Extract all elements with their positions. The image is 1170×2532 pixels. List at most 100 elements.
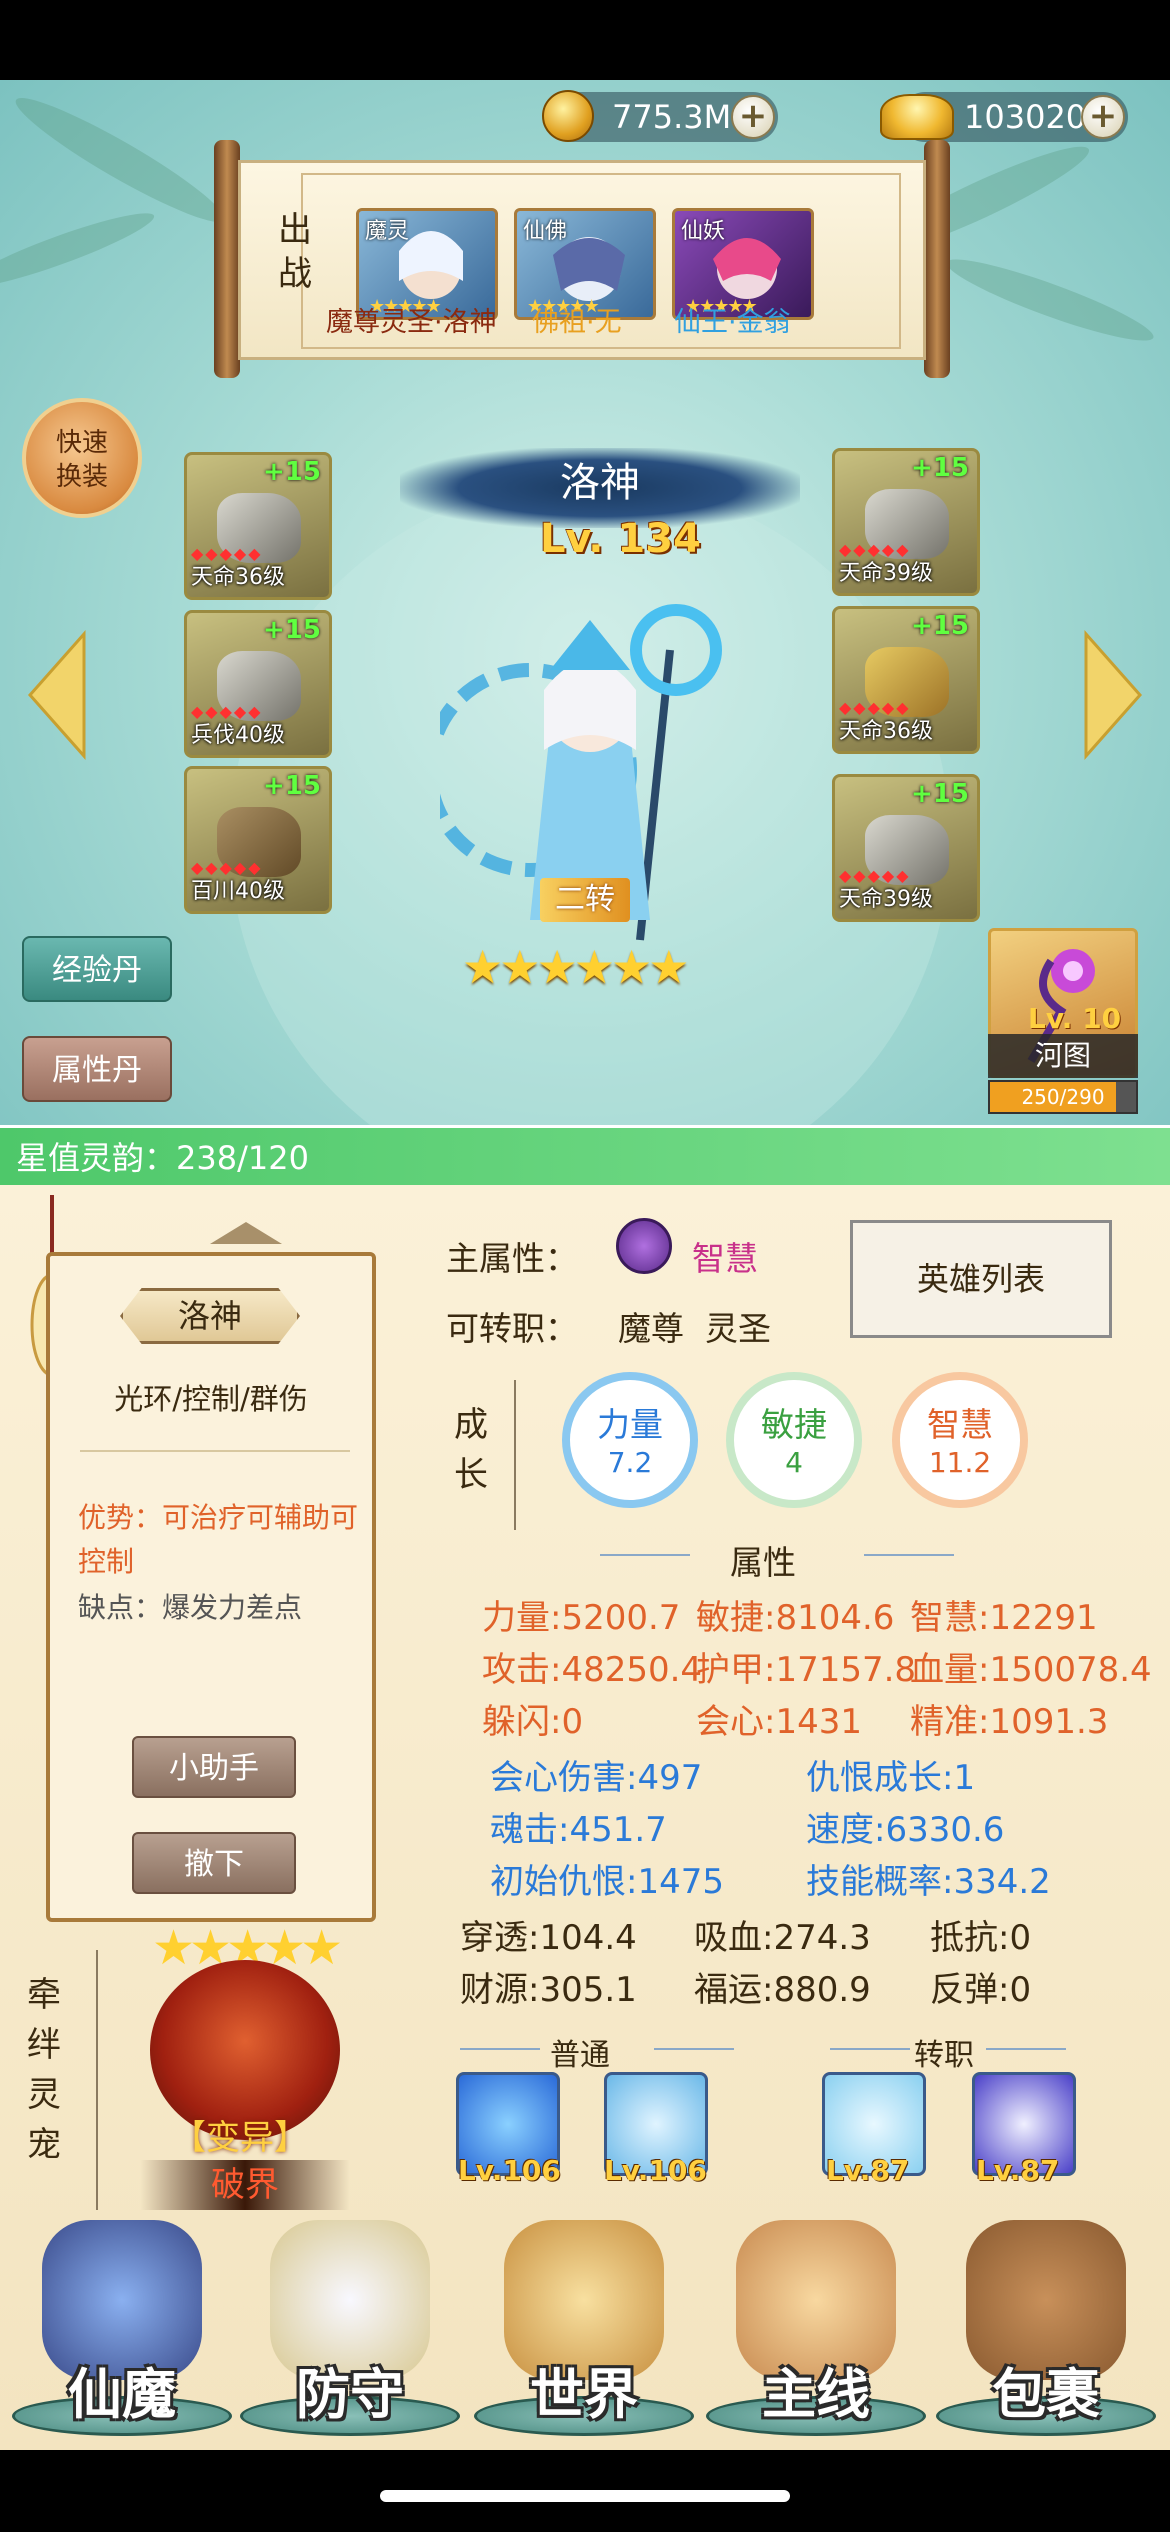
exp-pill-button[interactable]: 经验丹 [22, 936, 172, 1002]
quick-swap-label-1: 快速 [55, 428, 108, 458]
growth-agility: 敏捷 4 [726, 1372, 862, 1508]
nav-defense[interactable]: 防守 [240, 2210, 460, 2450]
stat-hate-growth: 仇恨成长:1 [806, 1758, 976, 1798]
team-slot-1-name: 魔尊灵圣·洛神 [326, 307, 497, 338]
transfer-badge: 二转 [540, 878, 630, 922]
hetu-progress-bar: 250/290 [988, 1080, 1138, 1114]
team-scroll: 出战 魔灵 ★★★★★ 仙佛 ★★★★★ 仙妖 ★★★★★ 魔尊灵圣·洛神 佛祖… [214, 140, 950, 378]
skill-level: Lv.106 [458, 2154, 561, 2187]
divider [600, 1554, 690, 1556]
equip-plus: +15 [911, 779, 969, 809]
team-slot-2-tag: 仙佛 [523, 219, 568, 244]
stat-luck: 福运:880.9 [694, 1970, 871, 2010]
hetu-label: 河图 [988, 1034, 1138, 1078]
stat-agility: 敏捷:8104.6 [696, 1598, 895, 1638]
nav-world[interactable]: 世界 [474, 2210, 694, 2450]
equip-plus: +15 [263, 457, 321, 487]
equip-level: 天命36级 [839, 719, 933, 744]
hero-disadvantage: 缺点：爆发力差点 [78, 1591, 303, 1624]
nav-main-quest[interactable]: 主线 [706, 2210, 926, 2450]
attr-pill-button[interactable]: 属性丹 [22, 1036, 172, 1102]
growth-label: 成长 [454, 1405, 488, 1495]
team-slot-3-name: 仙王·金翁 [674, 307, 791, 338]
growth-value: 4 [785, 1446, 803, 1479]
quick-swap-label-2: 换装 [55, 462, 108, 492]
hero-stars: ★★★★★★ [462, 940, 689, 994]
stat-reflect: 反弹:0 [930, 1970, 1032, 2010]
stat-crit-damage: 会心伤害:497 [490, 1758, 703, 1798]
nav-label: 仙魔 [68, 2363, 176, 2426]
divider [830, 2048, 910, 2050]
equip-slot-gloves[interactable]: +15 ◆◆◆◆◆ 天命39级 [832, 448, 980, 596]
stat-armor: 护甲:17157.8 [696, 1650, 917, 1690]
equip-plus: +15 [263, 771, 321, 801]
normal-skills-label: 普通 [550, 2038, 610, 2073]
stat-crit: 会心:1431 [696, 1702, 862, 1742]
equip-slot-helmet[interactable]: +15 ◆◆◆◆◆ 兵伐40级 [184, 610, 332, 758]
growth-name: 智慧 [927, 1405, 993, 1444]
stat-intelligence: 智慧:12291 [910, 1598, 1098, 1638]
equip-level: 百川40级 [191, 879, 285, 904]
equip-level: 天命36级 [191, 565, 285, 590]
nav-bag[interactable]: 包裹 [936, 2210, 1156, 2450]
divider [460, 2048, 540, 2050]
next-hero-arrow-icon[interactable] [1084, 630, 1144, 760]
stat-dodge: 躲闪:0 [482, 1702, 584, 1742]
hero-role-tags: 光环/控制/群伤 [114, 1382, 308, 1416]
coin-amount: 775.3M [612, 98, 732, 136]
add-coins-button[interactable]: + [731, 95, 775, 139]
pet-mutation: 【变异】 [172, 2118, 308, 2158]
intelligence-icon [616, 1218, 672, 1274]
gold-ingot-icon [880, 94, 954, 140]
divider [514, 1380, 516, 1530]
hero-level: Lv. 134 [540, 516, 701, 562]
deploy-label: 出战 [278, 210, 312, 294]
nav-label: 包裹 [992, 2363, 1100, 2426]
stat-hp: 血量:150078.4 [910, 1650, 1152, 1690]
coin-counter: 775.3M + [542, 90, 778, 142]
hero-list-button[interactable]: 英雄列表 [850, 1220, 1112, 1338]
hetu-level: Lv. 10 [1028, 1002, 1122, 1035]
nav-label: 世界 [530, 2363, 638, 2426]
job-label: 可转职： [446, 1309, 578, 1348]
equip-level: 天命39级 [839, 887, 933, 912]
equip-slot-amulet[interactable]: +15 ◆◆◆◆◆ 天命36级 [832, 606, 980, 754]
helper-button[interactable]: 小助手 [132, 1736, 296, 1798]
nav-label: 防守 [296, 2363, 404, 2426]
team-slot-1-tag: 魔灵 [365, 219, 410, 244]
attributes-title: 属性 [730, 1543, 796, 1582]
home-indicator[interactable] [380, 2490, 790, 2502]
growth-name: 力量 [597, 1405, 663, 1444]
stat-strength: 力量:5200.7 [482, 1598, 681, 1638]
equip-plus: +15 [911, 453, 969, 483]
add-ingots-button[interactable]: + [1081, 95, 1125, 139]
team-slot-3-tag: 仙妖 [681, 219, 726, 244]
withdraw-button[interactable]: 撤下 [132, 1832, 296, 1894]
nav-xianmo[interactable]: 仙魔 [12, 2210, 232, 2450]
job-options: 魔尊 灵圣 [618, 1309, 771, 1348]
stat-soul-strike: 魂击:451.7 [490, 1810, 667, 1850]
stat-speed: 速度:6330.6 [806, 1810, 1005, 1850]
equip-slot-boots[interactable]: +15 ◆◆◆◆◆ 天命39级 [832, 774, 980, 922]
stat-accuracy: 精准:1091.3 [910, 1702, 1109, 1742]
scroll-rod-right [924, 140, 950, 378]
stat-skill-chance: 技能概率:334.2 [806, 1862, 1051, 1902]
skill-level: Lv.106 [604, 2154, 707, 2187]
divider [96, 1950, 98, 2210]
equip-level: 兵伐40级 [191, 723, 285, 748]
divider [986, 2048, 1066, 2050]
skill-level: Lv.87 [976, 2154, 1060, 2187]
stat-resist: 抵抗:0 [930, 1918, 1032, 1958]
growth-value: 7.2 [607, 1446, 653, 1479]
stat-lifesteal: 吸血:274.3 [694, 1918, 871, 1958]
divider [80, 1450, 350, 1452]
quick-swap-button[interactable]: 快速 换装 [22, 398, 142, 518]
equip-slot-weapon[interactable]: +15 ◆◆◆◆◆ 天命36级 [184, 452, 332, 600]
equip-level: 天命39级 [839, 561, 933, 586]
growth-name: 敏捷 [761, 1405, 827, 1444]
scroll-rod-left [214, 140, 240, 378]
equip-slot-armor[interactable]: +15 ◆◆◆◆◆ 百川40级 [184, 766, 332, 914]
stat-initial-hate: 初始仇恨:1475 [490, 1862, 724, 1902]
previous-hero-arrow-icon[interactable] [26, 630, 86, 760]
stat-attack: 攻击:48250.4 [482, 1650, 703, 1690]
